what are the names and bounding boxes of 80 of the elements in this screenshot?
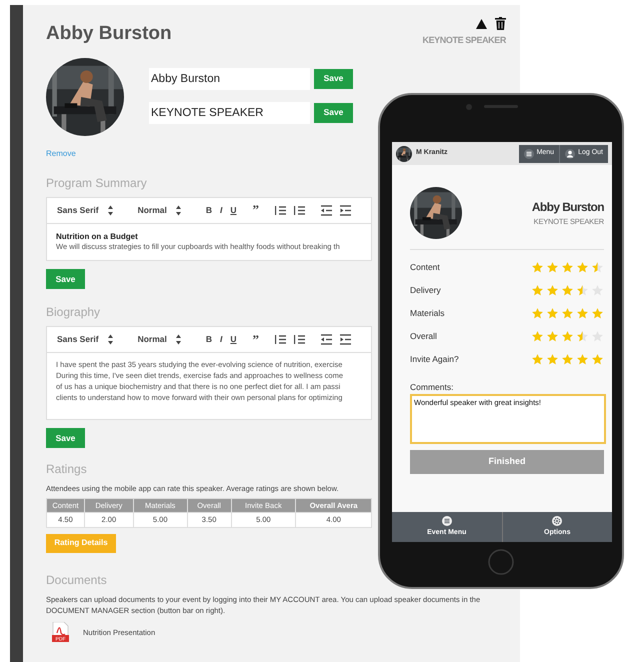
star-icon [576, 330, 589, 343]
italic-button[interactable]: I [220, 204, 222, 216]
star-rating[interactable] [531, 307, 604, 320]
font-select[interactable]: Sans Serif [57, 333, 99, 346]
star-icon [576, 307, 589, 320]
font-select[interactable]: Sans Serif [57, 204, 99, 216]
sort-icon [174, 334, 182, 345]
indent-icon [340, 334, 352, 345]
star-icon [561, 261, 574, 274]
rating-label: Delivery [410, 284, 441, 297]
rating-label: Overall [410, 330, 437, 343]
content-title: Nutrition on a Budget [56, 230, 139, 242]
star-icon [531, 284, 544, 297]
save-button[interactable]: Save [314, 68, 353, 88]
outdent-icon [321, 334, 332, 345]
star-icon [591, 353, 604, 366]
home-button[interactable] [488, 549, 514, 575]
star-icon [531, 261, 544, 274]
save-button[interactable]: Save [46, 268, 85, 289]
star-icon [531, 307, 544, 320]
numbered-list-icon [275, 334, 286, 345]
text-field[interactable]: Abby Burston [149, 68, 310, 90]
bullet-list-icon [294, 204, 306, 216]
save-button[interactable]: Save [46, 428, 85, 448]
star-icon [576, 261, 589, 274]
star-icon [561, 330, 574, 343]
numbered-list-icon [275, 204, 286, 216]
bold-button[interactable]: B [206, 333, 212, 346]
star-icon [531, 353, 544, 366]
star-icon [591, 261, 604, 274]
star-icon [546, 261, 559, 274]
speaker-name: Abby Burston [532, 199, 604, 216]
section-heading: Program Summary [46, 174, 147, 192]
star-icon [546, 353, 559, 366]
menu-icon [524, 148, 534, 158]
indent-icon [340, 204, 352, 216]
star-icon [546, 284, 559, 297]
size-select[interactable]: Normal [138, 333, 167, 346]
section-heading: Ratings [46, 460, 87, 478]
section-heading: Biography [46, 304, 100, 321]
role-label: KEYNOTE SPEAKER [422, 34, 506, 47]
star-icon [591, 307, 604, 320]
section-heading: Documents [46, 572, 107, 589]
speaker-name: Abby Burston [46, 23, 172, 46]
rating-label: Content [410, 261, 440, 274]
rating-label: Materials [410, 307, 444, 320]
star-rating[interactable] [531, 284, 604, 297]
up-arrow-icon [476, 18, 487, 28]
star-rating[interactable] [531, 330, 604, 343]
comments-label: Comments: [410, 381, 454, 394]
outdent-icon [321, 204, 332, 216]
star-icon [546, 307, 559, 320]
text-field[interactable]: KEYNOTE SPEAKER [149, 102, 310, 124]
size-select[interactable]: Normal [138, 204, 167, 216]
star-icon [561, 353, 574, 366]
quote-button[interactable]: ” [252, 330, 260, 350]
trash-icon [495, 17, 506, 30]
star-icon [576, 284, 589, 297]
star-rating[interactable] [531, 261, 604, 274]
save-button[interactable]: Save [314, 102, 353, 122]
user-icon [565, 148, 576, 158]
star-icon [561, 307, 574, 320]
underline-button[interactable]: U [230, 333, 237, 346]
sort-icon [174, 204, 182, 216]
bullet-list-icon [294, 334, 306, 345]
rating-label: Invite Again? [410, 353, 459, 366]
star-icon [546, 330, 559, 343]
sort-icon [106, 204, 114, 216]
star-icon [561, 284, 574, 297]
underline-button[interactable]: U [230, 204, 237, 216]
bold-button[interactable]: B [206, 204, 212, 216]
star-rating[interactable] [531, 353, 604, 366]
settings-icon [552, 516, 562, 526]
sort-icon [106, 334, 114, 345]
list-icon [442, 516, 452, 526]
star-icon [576, 353, 589, 366]
quote-button[interactable]: ” [252, 200, 260, 220]
star-icon [531, 330, 544, 343]
italic-button[interactable]: I [220, 333, 222, 346]
text-editor[interactable] [46, 326, 372, 420]
